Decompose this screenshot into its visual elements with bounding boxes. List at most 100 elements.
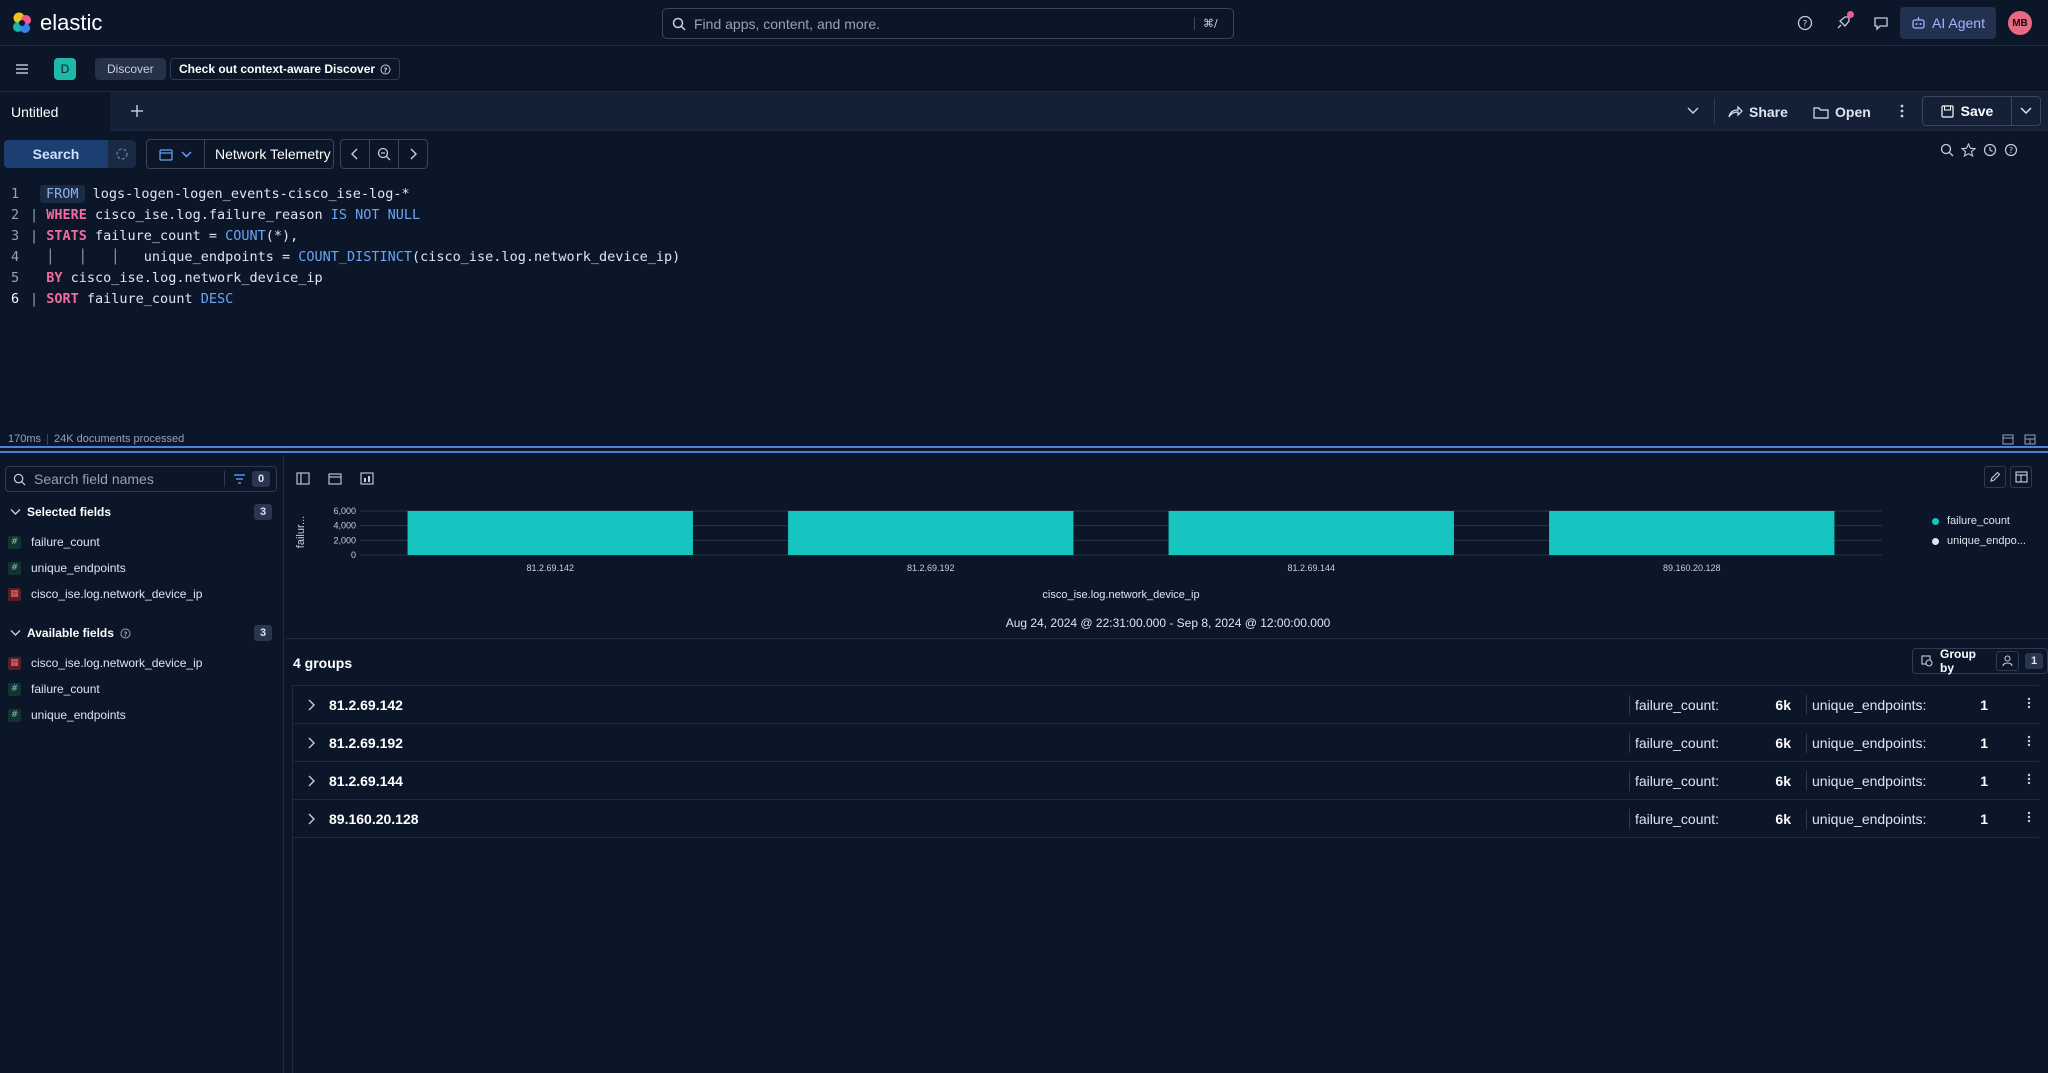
edit-visualization-icon[interactable] bbox=[1984, 466, 2006, 488]
search-icon bbox=[13, 473, 26, 486]
menu-icon[interactable] bbox=[15, 63, 29, 75]
refresh-button[interactable] bbox=[108, 140, 136, 168]
code-line: 5 BY cisco_ise.log.network_device_ip bbox=[0, 267, 900, 288]
chevron-right-icon[interactable] bbox=[293, 813, 329, 825]
chart-bar[interactable] bbox=[1549, 511, 1835, 555]
code-text: cisco_ise.log.network_device_ip bbox=[62, 269, 323, 286]
number-type-icon: # bbox=[8, 561, 21, 575]
selected-fields-count: 3 bbox=[254, 504, 272, 520]
group-row[interactable]: 81.2.69.142 failure_count: 6k unique_endp… bbox=[293, 686, 2039, 724]
selected-field-item[interactable]: ▦ cisco_ise.log.network_device_ip bbox=[8, 587, 202, 601]
calendar-icon[interactable] bbox=[324, 467, 346, 489]
code-text: (cisco_ise.log.network_device_ip) bbox=[412, 248, 681, 265]
info-icon: ? bbox=[380, 64, 391, 75]
resize-splitter[interactable] bbox=[0, 446, 2048, 453]
breadcrumb-context-aware[interactable]: Check out context-aware Discover ? bbox=[170, 58, 401, 80]
chevron-right-icon[interactable] bbox=[293, 775, 329, 787]
field-name: cisco_ise.log.network_device_ip bbox=[31, 656, 203, 670]
user-avatar[interactable]: MB bbox=[2008, 11, 2032, 35]
history-icon[interactable] bbox=[1983, 143, 1997, 157]
next-button[interactable] bbox=[398, 139, 428, 169]
y-axis-ticks: 6,000 4,000 2,000 0 bbox=[333, 506, 356, 560]
stat-label: unique_endpoints: bbox=[1812, 773, 1927, 789]
legend-item[interactable]: unique_endpo... bbox=[1932, 531, 2026, 551]
unique-endpoints-stat: unique_endpoints: 1 bbox=[1806, 809, 1996, 829]
group-row[interactable]: 81.2.69.144 failure_count: 6k unique_endp… bbox=[293, 762, 2039, 800]
available-field-item[interactable]: # failure_count bbox=[8, 682, 100, 696]
chart-options-icon[interactable] bbox=[2010, 466, 2032, 488]
y-tick-label: 4,000 bbox=[333, 521, 356, 531]
chevron-right-icon[interactable] bbox=[293, 699, 329, 711]
search-button[interactable]: Search bbox=[4, 140, 108, 168]
date-picker-button[interactable] bbox=[147, 140, 205, 168]
selected-field-item[interactable]: # unique_endpoints bbox=[8, 561, 126, 575]
open-button[interactable]: Open bbox=[1813, 98, 1871, 126]
selected-fields-header[interactable]: Selected fields 3 bbox=[10, 504, 272, 520]
elastic-logo[interactable]: elastic bbox=[10, 10, 102, 36]
divider bbox=[286, 638, 2048, 639]
toggle-sidebar-icon[interactable] bbox=[292, 467, 314, 489]
code-text: cisco_ise.log.failure_reason bbox=[86, 206, 331, 223]
group-by-button[interactable]: Group by 1 bbox=[1912, 647, 2048, 675]
selected-field-item[interactable]: # failure_count bbox=[8, 535, 100, 549]
chart-bar[interactable] bbox=[788, 511, 1074, 555]
chart-type-icon[interactable] bbox=[356, 467, 378, 489]
available-field-item[interactable]: # unique_endpoints bbox=[8, 708, 126, 722]
add-tab-icon[interactable] bbox=[130, 104, 144, 118]
available-fields-count: 3 bbox=[254, 625, 272, 641]
group-row[interactable]: 81.2.69.192 failure_count: 6k unique_endp… bbox=[293, 724, 2039, 762]
star-icon[interactable] bbox=[1961, 143, 1976, 157]
row-actions-icon[interactable] bbox=[2027, 735, 2031, 747]
chevron-right-icon[interactable] bbox=[293, 737, 329, 749]
zoom-out-icon bbox=[377, 147, 391, 161]
chevron-down-icon[interactable] bbox=[1686, 106, 1700, 116]
previous-button[interactable] bbox=[340, 139, 370, 169]
tab-untitled[interactable]: Untitled bbox=[0, 92, 110, 131]
search-icon[interactable] bbox=[1940, 143, 1954, 157]
filter-icon[interactable] bbox=[233, 474, 246, 484]
legend-item[interactable]: failure_count bbox=[1932, 511, 2026, 531]
esql-editor[interactable]: 1 FROM logs-logen-logen_events-cisco_ise… bbox=[0, 183, 900, 309]
group-row[interactable]: 89.160.20.128 failure_count: 6k unique_en… bbox=[293, 800, 2039, 838]
count-function: COUNT bbox=[225, 227, 266, 244]
chart-legend: failure_count unique_endpo... bbox=[1932, 511, 2026, 551]
available-fields-header[interactable]: Available fields ? 3 bbox=[10, 625, 272, 641]
groups-count-title: 4 groups bbox=[293, 655, 353, 671]
chat-icon[interactable] bbox=[1866, 8, 1896, 38]
filter-count: 0 bbox=[252, 471, 270, 487]
chart-bar[interactable] bbox=[407, 511, 693, 555]
row-actions-icon[interactable] bbox=[2027, 697, 2031, 709]
code-text: (*), bbox=[265, 227, 299, 244]
field-search-input[interactable] bbox=[34, 471, 224, 487]
share-button[interactable]: Share bbox=[1727, 98, 1788, 126]
count-distinct-function: COUNT_DISTINCT bbox=[298, 248, 413, 265]
breadcrumb-discover[interactable]: Discover bbox=[95, 58, 166, 80]
group-icon bbox=[1921, 654, 1934, 668]
x-tick-label: 81.2.69.142 bbox=[526, 563, 574, 573]
svg-text:?: ? bbox=[2009, 146, 2013, 155]
layout-icon[interactable] bbox=[2024, 434, 2036, 445]
news-rocket-icon[interactable] bbox=[1828, 8, 1858, 38]
stat-value: 1 bbox=[1980, 773, 1988, 789]
where-keyword: WHERE bbox=[46, 206, 87, 223]
help-icon[interactable]: ? bbox=[2004, 143, 2018, 157]
global-search[interactable]: ⌘/ bbox=[662, 8, 1234, 39]
data-view-picker[interactable]: Network Telemetry bbox=[146, 139, 334, 169]
available-field-item[interactable]: ▦ cisco_ise.log.network_device_ip bbox=[8, 656, 202, 670]
group-name: 81.2.69.144 bbox=[329, 772, 403, 789]
zoom-out-button[interactable] bbox=[369, 139, 399, 169]
app-badge[interactable]: D bbox=[54, 58, 76, 80]
table-border bbox=[292, 838, 293, 1073]
ai-agent-button[interactable]: AI Agent bbox=[1900, 7, 1996, 39]
more-options-icon[interactable] bbox=[1900, 104, 1904, 118]
save-options-button[interactable] bbox=[2011, 96, 2041, 126]
chart-bar[interactable] bbox=[1168, 511, 1454, 555]
field-search[interactable]: 0 bbox=[5, 466, 277, 492]
row-actions-icon[interactable] bbox=[2027, 811, 2031, 823]
row-actions-icon[interactable] bbox=[2027, 773, 2031, 785]
help-icon[interactable]: ? bbox=[1790, 8, 1820, 38]
save-button[interactable]: Save bbox=[1922, 96, 2012, 126]
global-search-input[interactable] bbox=[694, 15, 1194, 32]
calendar-icon[interactable] bbox=[2002, 434, 2014, 445]
desc-keyword: DESC bbox=[200, 290, 234, 307]
